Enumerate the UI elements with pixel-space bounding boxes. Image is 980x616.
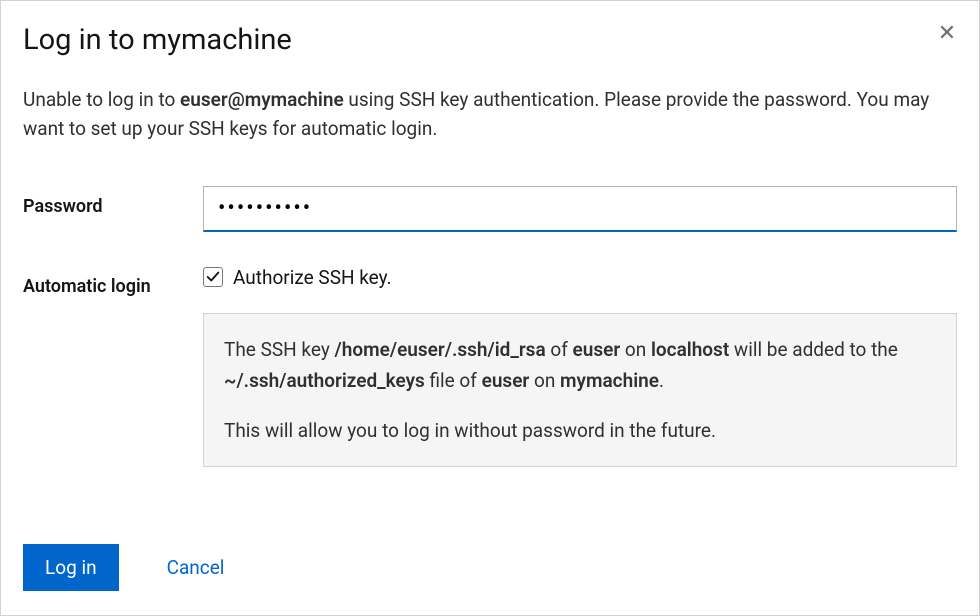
info-host2: mymachine [560, 369, 659, 392]
auto-login-control: Authorize SSH key. The SSH key /home/eus… [203, 266, 957, 467]
ssh-info-line-2: This will allow you to log in without pa… [224, 415, 936, 446]
info-host1: localhost [651, 338, 729, 361]
info-text: on [620, 338, 651, 361]
info-key-path: /home/euser/.ssh/id_rsa [335, 338, 546, 361]
info-auth-file: ~/.ssh/authorized_keys [224, 369, 425, 392]
login-button[interactable]: Log in [23, 544, 119, 591]
dialog-footer: Log in Cancel [23, 544, 232, 591]
ssh-info-box: The SSH key /home/euser/.ssh/id_rsa of e… [203, 313, 957, 467]
authorize-ssh-label: Authorize SSH key. [233, 266, 392, 289]
auto-login-label: Automatic login [23, 266, 203, 297]
authorize-ssh-checkbox-row: Authorize SSH key. [203, 266, 957, 289]
cancel-button[interactable]: Cancel [159, 546, 233, 589]
check-icon [206, 270, 220, 284]
info-text: . [659, 369, 664, 392]
dialog-description: Unable to log in to euser@mymachine usin… [23, 85, 943, 144]
info-text: The SSH key [224, 338, 335, 361]
close-button[interactable]: ✕ [933, 19, 961, 47]
password-input[interactable] [203, 186, 957, 232]
info-user2: euser [482, 369, 530, 392]
auto-login-row: Automatic login Authorize SSH key. The S… [23, 266, 957, 467]
info-text: file of [425, 369, 482, 392]
close-icon: ✕ [938, 20, 956, 45]
info-text: on [529, 369, 560, 392]
password-label: Password [23, 186, 203, 217]
desc-text-pre: Unable to log in to [23, 88, 180, 111]
dialog-title: Log in to mymachine [23, 23, 957, 57]
desc-user-host: euser@mymachine [180, 88, 344, 111]
authorize-ssh-checkbox[interactable] [203, 267, 223, 287]
password-control [203, 186, 957, 232]
login-dialog: Log in to mymachine ✕ Unable to log in t… [0, 0, 980, 616]
info-user1: euser [573, 338, 621, 361]
password-row: Password [23, 186, 957, 232]
ssh-info-line-1: The SSH key /home/euser/.ssh/id_rsa of e… [224, 334, 936, 397]
info-text: of [546, 338, 573, 361]
info-text: will be added to the [729, 338, 898, 361]
